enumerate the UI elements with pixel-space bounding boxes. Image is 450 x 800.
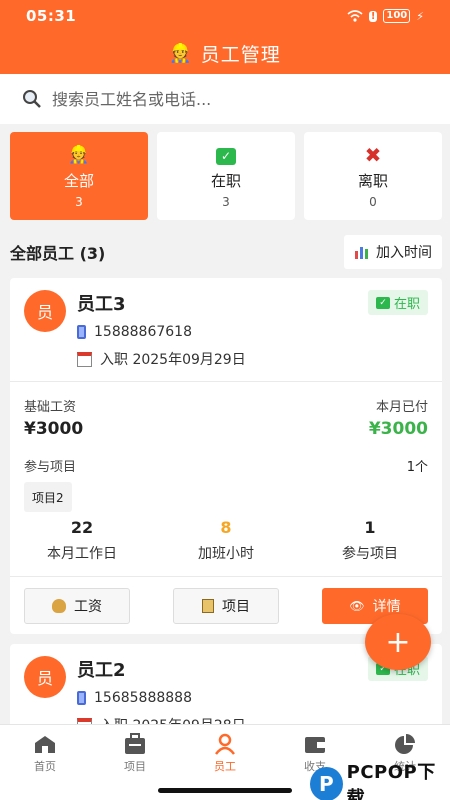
home-indicator [158, 788, 292, 793]
base-wage-value: ¥3000 [24, 419, 84, 439]
employee-name: 员工2 [77, 660, 126, 681]
wallet-icon [305, 737, 325, 753]
filter-all[interactable]: 👷 全部 3 [10, 132, 148, 220]
person-icon [215, 733, 235, 755]
battery-icon: 100 [383, 9, 411, 23]
filter-active[interactable]: ✓ 在职 3 [157, 132, 295, 220]
search-bar [0, 74, 450, 124]
employee-card[interactable]: 员 员工3 ✓ 在职 15888867618 入职 2025年09月29日 基础… [10, 278, 442, 634]
nav-label: 员工 [214, 760, 236, 773]
search-icon [23, 90, 41, 108]
status-filters: 👷 全部 3 ✓ 在职 3 ✖ 离职 0 [10, 132, 442, 220]
add-employee-button[interactable]: + [365, 614, 431, 670]
employee-name: 员工3 [77, 294, 126, 315]
sort-label: 加入时间 [376, 245, 432, 261]
detail-button-label: 详情 [372, 599, 401, 615]
stat-label: 本月工作日 [47, 546, 117, 562]
avatar: 员 [24, 290, 66, 332]
wage-button-label: 工资 [74, 599, 102, 615]
stat-value: 8 [220, 518, 232, 537]
stat-value: 1 [364, 518, 376, 537]
watermark-logo: P [310, 767, 343, 800]
watermark: P PCPOP下载 [310, 758, 450, 800]
project-count: 1个 [406, 460, 428, 475]
phone-number: 15888867618 [94, 324, 192, 340]
card-actions: 工资 项目 👁 详情 [24, 588, 428, 624]
charging-icon: ⚡ [416, 9, 424, 23]
worker-icon: 👷 [169, 42, 193, 64]
filter-label: 离职 [357, 171, 388, 190]
status-text: 在职 [393, 297, 420, 312]
watermark-text: PCPOP下载 [346, 762, 436, 800]
phone-icon [77, 691, 86, 705]
status-badge: ✓ 在职 [367, 290, 428, 315]
join-date-line: 入职 2025年09月29日 [77, 349, 246, 369]
project-label: 参与项目 [24, 460, 77, 475]
divider [10, 576, 442, 577]
money-bag-icon [52, 599, 66, 613]
check-icon: ✓ [216, 147, 236, 165]
nav-label: 项目 [124, 760, 146, 773]
base-wage-label: 基础工资 [24, 400, 77, 415]
paid-label: 本月已付 [375, 400, 428, 415]
status-bar: 05:31 ! 100 ⚡ [0, 0, 450, 32]
filter-count: 0 [369, 194, 377, 209]
sort-button[interactable]: 加入时间 [344, 235, 442, 269]
filter-count: 3 [75, 194, 83, 209]
project-button-label: 项目 [222, 599, 250, 615]
briefcase-icon [125, 733, 145, 754]
stat-value: 22 [70, 518, 94, 537]
pie-chart-icon [395, 734, 415, 754]
list-title: 全部员工 (3) [10, 244, 106, 263]
worker-icon: 👷 [68, 144, 90, 165]
nav-label: 首页 [34, 760, 56, 773]
join-date: 入职 2025年09月29日 [100, 352, 246, 368]
filter-count: 3 [222, 194, 230, 209]
stat-label: 参与项目 [342, 546, 398, 562]
status-time: 05:31 [26, 7, 77, 25]
phone-number: 15685888888 [94, 690, 192, 706]
filter-label: 全部 [63, 171, 94, 190]
phone-icon [77, 325, 86, 339]
phone-line: 15888867618 [77, 324, 192, 340]
stat-projects: 1 参与项目 [298, 518, 442, 563]
bar-chart-icon [355, 247, 368, 259]
x-icon: ✖ [364, 142, 382, 167]
employee-stats: 22 本月工作日 8 加班小时 1 参与项目 [10, 518, 442, 563]
app-header: 👷 员工管理 [0, 32, 450, 74]
list-header: 全部员工 (3) 加入时间 [10, 234, 442, 270]
clipboard-icon [202, 599, 214, 613]
stat-overtime: 8 加班小时 [154, 518, 298, 563]
filter-label: 在职 [210, 171, 241, 190]
stat-label: 加班小时 [198, 546, 254, 562]
wage-button[interactable]: 工资 [24, 588, 130, 624]
wifi-icon [347, 10, 363, 22]
paid-value: ¥3000 [368, 419, 428, 439]
project-button[interactable]: 项目 [173, 588, 279, 624]
stat-workdays: 22 本月工作日 [10, 518, 154, 563]
avatar: 员 [24, 656, 66, 698]
eye-icon: 👁 [349, 599, 365, 613]
calendar-icon [77, 351, 92, 367]
alert-icon: ! [368, 10, 378, 22]
nav-home[interactable]: 首页 [0, 725, 90, 800]
status-icons: ! 100 ⚡ [347, 9, 424, 23]
project-tag: 项目2 [24, 482, 72, 512]
check-icon: ✓ [375, 296, 390, 309]
phone-line: 15685888888 [77, 690, 192, 706]
divider [10, 381, 442, 382]
home-icon [35, 736, 55, 753]
filter-resigned[interactable]: ✖ 离职 0 [304, 132, 442, 220]
search-input[interactable] [52, 89, 428, 109]
page-title: 员工管理 [200, 43, 281, 66]
